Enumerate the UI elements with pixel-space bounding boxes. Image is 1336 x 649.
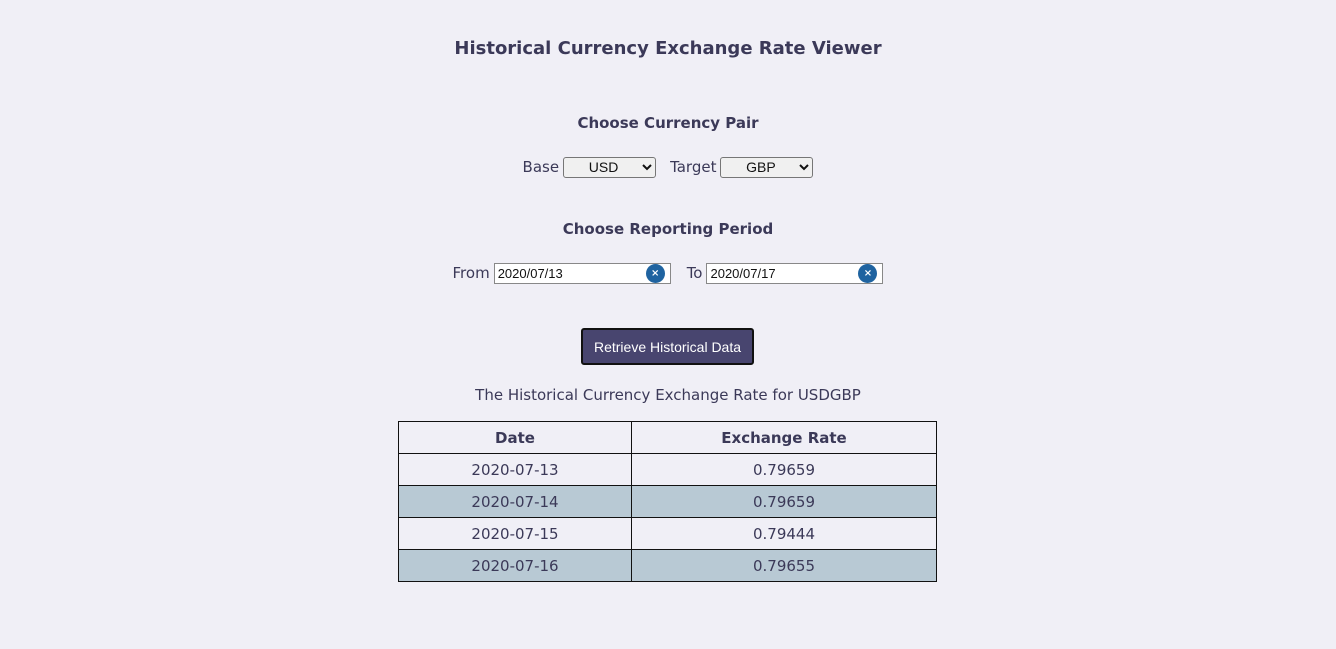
rate-cell: 0.79655 <box>631 549 937 582</box>
base-currency-select[interactable]: USD <box>563 156 657 178</box>
clear-to-date-icon[interactable]: × <box>858 263 878 283</box>
clear-from-date-icon[interactable]: × <box>645 263 665 283</box>
exchange-rate-table: Date Exchange Rate 2020-07-13 0.79659 20… <box>398 421 937 582</box>
target-currency-select[interactable]: GBP <box>720 156 814 178</box>
page-title: Historical Currency Exchange Rate Viewer <box>454 38 882 59</box>
date-cell: 2020-07-15 <box>398 517 632 550</box>
rate-cell: 0.79659 <box>631 453 937 486</box>
table-row: 2020-07-14 0.79659 <box>398 485 937 518</box>
from-label: From <box>452 264 490 282</box>
date-cell: 2020-07-14 <box>398 485 632 518</box>
from-date-input[interactable] <box>493 262 671 284</box>
exchange-rate-column-header: Exchange Rate <box>631 421 937 454</box>
rate-cell: 0.79659 <box>631 485 937 518</box>
currency-pair-heading: Choose Currency Pair <box>577 114 759 132</box>
to-date-picker: × <box>706 262 884 284</box>
reporting-period-heading: Choose Reporting Period <box>562 220 774 238</box>
reporting-period-row: From × To × <box>0 262 1336 284</box>
to-label: To <box>686 264 703 282</box>
date-cell: 2020-07-16 <box>398 549 632 582</box>
target-label: Target <box>670 158 717 176</box>
retrieve-historical-data-button[interactable]: Retrieve Historical Data <box>581 328 754 365</box>
table-row: 2020-07-16 0.79655 <box>398 549 937 582</box>
table-row: 2020-07-15 0.79444 <box>398 517 937 550</box>
table-row: 2020-07-13 0.79659 <box>398 453 937 486</box>
date-column-header: Date <box>398 421 632 454</box>
base-label: Base <box>522 158 560 176</box>
from-date-picker: × <box>493 262 671 284</box>
result-caption: The Historical Currency Exchange Rate fo… <box>475 386 861 404</box>
date-cell: 2020-07-13 <box>398 453 632 486</box>
table-header-row: Date Exchange Rate <box>398 421 937 454</box>
currency-pair-row: Base USD Target GBP <box>0 156 1336 178</box>
rate-cell: 0.79444 <box>631 517 937 550</box>
to-date-input[interactable] <box>706 262 884 284</box>
